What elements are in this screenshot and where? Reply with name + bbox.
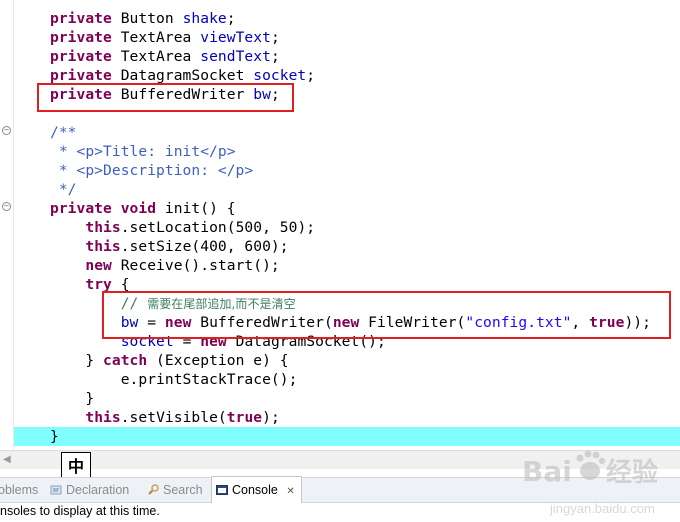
declaration-icon (50, 480, 62, 495)
code-line: this.setSize(400, 600); (14, 237, 289, 256)
code-token: /** (50, 124, 77, 141)
code-token: (Exception e) { (147, 352, 289, 369)
code-token: private (50, 10, 112, 27)
highlight-box-writer (102, 291, 671, 339)
code-token: Button (111, 10, 183, 27)
code-token: * <p>Description: </p> (50, 162, 254, 179)
code-line: * <p>Description: </p> (14, 161, 253, 180)
watermark-brand-cn: 经验 (606, 457, 658, 488)
scroll-left-icon[interactable]: ◀ (3, 453, 11, 467)
code-token: socket (253, 67, 307, 84)
code-token: this (85, 219, 121, 236)
tab-console-label: Console (232, 483, 278, 497)
code-line: private Button shake; (14, 9, 236, 28)
code-line: new Receive().start(); (14, 256, 280, 275)
watermark-brand: Bai (522, 455, 572, 488)
code-token: ; (226, 10, 236, 27)
tab-declaration-label: Declaration (66, 483, 130, 497)
tab-declaration[interactable]: Declaration (50, 478, 129, 502)
baidu-jingyan-watermark: Bai 经验 jingyan.baidu.com (522, 443, 672, 518)
paw-icon (576, 450, 606, 480)
fold-collapse-icon[interactable]: − (2, 202, 11, 211)
tab-console[interactable]: Console ✕ (211, 476, 302, 503)
code-token: Receive().start(); (111, 257, 280, 274)
code-token: DatagramSocket (111, 67, 254, 84)
code-line: */ (14, 180, 77, 199)
code-token: TextArea (111, 48, 201, 65)
code-line: private TextArea sendText; (14, 47, 280, 66)
code-line: } catch (Exception e) { (14, 351, 289, 370)
code-token: catch (103, 352, 148, 369)
code-token: .setSize(400, 600); (120, 238, 289, 255)
code-line: this.setVisible(true); (14, 408, 280, 427)
console-icon (216, 479, 228, 495)
code-line: } (14, 389, 94, 408)
code-token: ; (306, 67, 316, 84)
close-icon[interactable]: ✕ (286, 486, 294, 497)
code-token: ); (262, 409, 280, 426)
code-line: e.printStackTrace(); (14, 370, 298, 389)
code-token: void (120, 200, 157, 217)
code-token: viewText (200, 29, 271, 46)
code-token: } (50, 390, 95, 407)
code-token: .setLocation(500, 50); (120, 219, 316, 236)
tab-problems-label: oblems (0, 483, 39, 497)
tab-problems[interactable]: oblems (0, 478, 38, 502)
code-token: } (50, 352, 104, 369)
code-token: private (50, 29, 112, 46)
code-token: */ (50, 181, 77, 198)
code-line: private void init() { (14, 199, 236, 218)
highlight-box-field (37, 83, 294, 112)
code-token: this (85, 409, 121, 426)
code-editor[interactable]: private Button shake; private TextArea vi… (14, 0, 680, 450)
code-token: sendText (200, 48, 271, 65)
code-token: shake (182, 10, 227, 27)
code-line: this.setLocation(500, 50); (14, 218, 315, 237)
code-token: ; (270, 29, 280, 46)
code-token: this (85, 238, 121, 255)
code-token: ; (270, 48, 280, 65)
code-token: true (226, 409, 263, 426)
watermark-url: jingyan.baidu.com (549, 501, 655, 516)
code-token: e.printStackTrace(); (50, 371, 298, 388)
code-token: init() { (156, 200, 236, 217)
code-token: * <p>Title: init</p> (50, 143, 236, 160)
search-icon (147, 480, 159, 495)
code-token: new (85, 257, 112, 274)
code-line: * <p>Title: init</p> (14, 142, 236, 161)
editor-gutter: − − (0, 0, 14, 450)
code-line: private TextArea viewText; (14, 28, 280, 47)
fold-collapse-icon[interactable]: − (2, 126, 11, 135)
code-token: private (50, 67, 112, 84)
code-token: .setVisible( (120, 409, 227, 426)
code-token: } (50, 428, 59, 445)
tab-search[interactable]: Search (147, 478, 203, 502)
code-token: private (50, 200, 112, 217)
code-token: TextArea (111, 29, 201, 46)
code-token: private (50, 48, 112, 65)
tab-search-label: Search (163, 483, 203, 497)
code-line: /** (14, 123, 77, 142)
